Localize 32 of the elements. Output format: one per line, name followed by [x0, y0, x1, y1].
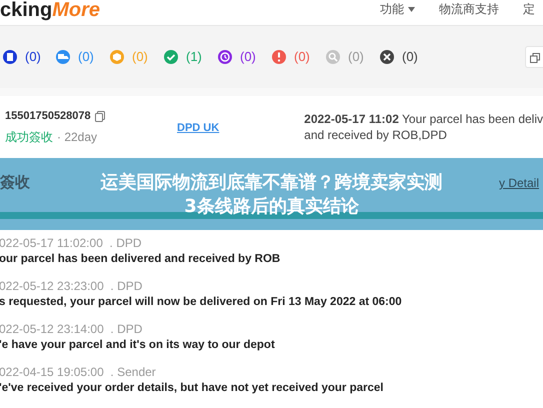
headline-text: 运美国际物流到底靠不靠谱？跨境卖家实测: [100, 171, 442, 195]
status-count[interactable]: (0): [240, 47, 256, 67]
document-icon[interactable]: [3, 50, 17, 64]
logo-text[interactable]: More: [52, 0, 100, 20]
truck-icon[interactable]: [56, 50, 70, 64]
status-heading: 簽收: [0, 172, 31, 193]
copy-icon[interactable]: [94, 110, 105, 122]
nav-link[interactable]: 功能: [380, 0, 404, 18]
latest-event-text: and received by ROB,DPD: [304, 127, 448, 143]
check-icon[interactable]: [164, 50, 178, 64]
status-text: 成功簽收: [5, 129, 53, 146]
status-count[interactable]: (1): [186, 47, 202, 67]
close-icon[interactable]: [380, 50, 394, 64]
carrier-link[interactable]: DPD UK: [177, 122, 220, 134]
nav-link[interactable]: 物流商支持: [439, 0, 499, 18]
tracking-number: 15501750528078: [5, 108, 91, 124]
headline-text: 3条线路后的真实结论: [184, 195, 359, 219]
clock-icon[interactable]: [218, 50, 232, 64]
copy-button[interactable]: [525, 46, 543, 68]
status-count[interactable]: (0): [25, 47, 41, 67]
status-count[interactable]: (0): [294, 47, 310, 67]
caret-icon[interactable]: [408, 6, 415, 12]
status-count[interactable]: (0): [348, 47, 364, 67]
status-count[interactable]: (0): [402, 47, 418, 67]
detail-link[interactable]: y Detail: [483, 174, 543, 192]
logo-text[interactable]: cking: [0, 0, 52, 20]
latest-event-text: 2022-05-17 11:02 Your parcel has been deliv: [304, 111, 543, 127]
exclamation-icon[interactable]: [272, 50, 286, 64]
status-count[interactable]: (0): [78, 47, 94, 67]
nav-link[interactable]: 定: [523, 0, 535, 18]
copy-icon: [530, 52, 540, 63]
age-text: · 22day: [57, 129, 98, 146]
